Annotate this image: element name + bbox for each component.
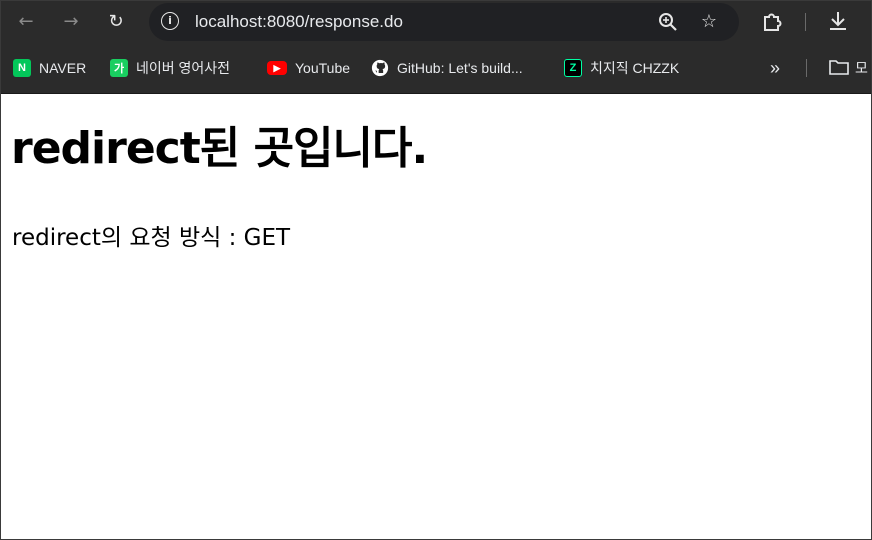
bookmark-youtube[interactable]: ▶ YouTube [267,58,350,78]
folder-icon [829,59,849,78]
reload-icon[interactable]: ↻ [103,9,129,35]
zoom-icon-glyph [659,13,677,31]
forward-icon[interactable]: → [58,9,84,35]
page-content: redirect된 곳입니다. redirect의 요청 방식 : GET [1,94,871,539]
bookmarks-divider [806,59,807,77]
other-bookmarks-folder[interactable]: 모 [829,58,868,78]
bookmarks-overflow-button[interactable]: » [770,58,780,78]
bookmark-label: 네이버 영어사전 [136,60,231,76]
download-icon-glyph [830,12,846,30]
bookmarks-bar: N NAVER 가 네이버 영어사전 ▶ YouTube GitHub: Let… [1,43,871,94]
toolbar-divider [805,13,806,31]
bookmark-naver[interactable]: N NAVER [13,58,86,78]
youtube-icon: ▶ [267,61,287,75]
folder-label: 모 [855,60,868,76]
bookmark-github[interactable]: GitHub: Let's build... [371,58,523,78]
address-bar[interactable]: i localhost:8080/response.do ☆ [149,3,739,41]
github-icon-glyph [371,59,389,77]
folder-icon-glyph [829,59,849,75]
browser-toolbar: ← → ↻ i localhost:8080/response.do ☆ [1,1,871,43]
back-icon[interactable]: ← [13,9,39,35]
page-heading: redirect된 곳입니다. [11,123,428,174]
browser-window: ← → ↻ i localhost:8080/response.do ☆ N N… [0,0,872,540]
naver-dictionary-icon: 가 [110,59,128,77]
bookmark-label: NAVER [39,60,87,76]
bookmark-label: 치지직 CHZZK [590,60,680,76]
request-method-text: redirect의 요청 방식 : GET [12,225,291,251]
bookmark-label: GitHub: Let's build... [397,60,523,76]
bookmark-label: YouTube [295,60,351,76]
zoom-icon[interactable] [657,11,679,33]
url-text[interactable]: localhost:8080/response.do [195,12,403,32]
naver-icon: N [13,59,31,77]
site-info-icon[interactable]: i [161,12,179,30]
chzzk-icon: Z [564,59,582,77]
bookmark-naver-dictionary[interactable]: 가 네이버 영어사전 [110,58,230,78]
download-icon[interactable] [825,9,851,35]
extensions-icon-glyph [764,13,782,31]
bookmark-chzzk[interactable]: Z 치지직 CHZZK [564,58,679,78]
github-icon [371,59,389,77]
extensions-icon[interactable] [759,9,785,35]
bookmark-star-icon[interactable]: ☆ [698,11,720,33]
